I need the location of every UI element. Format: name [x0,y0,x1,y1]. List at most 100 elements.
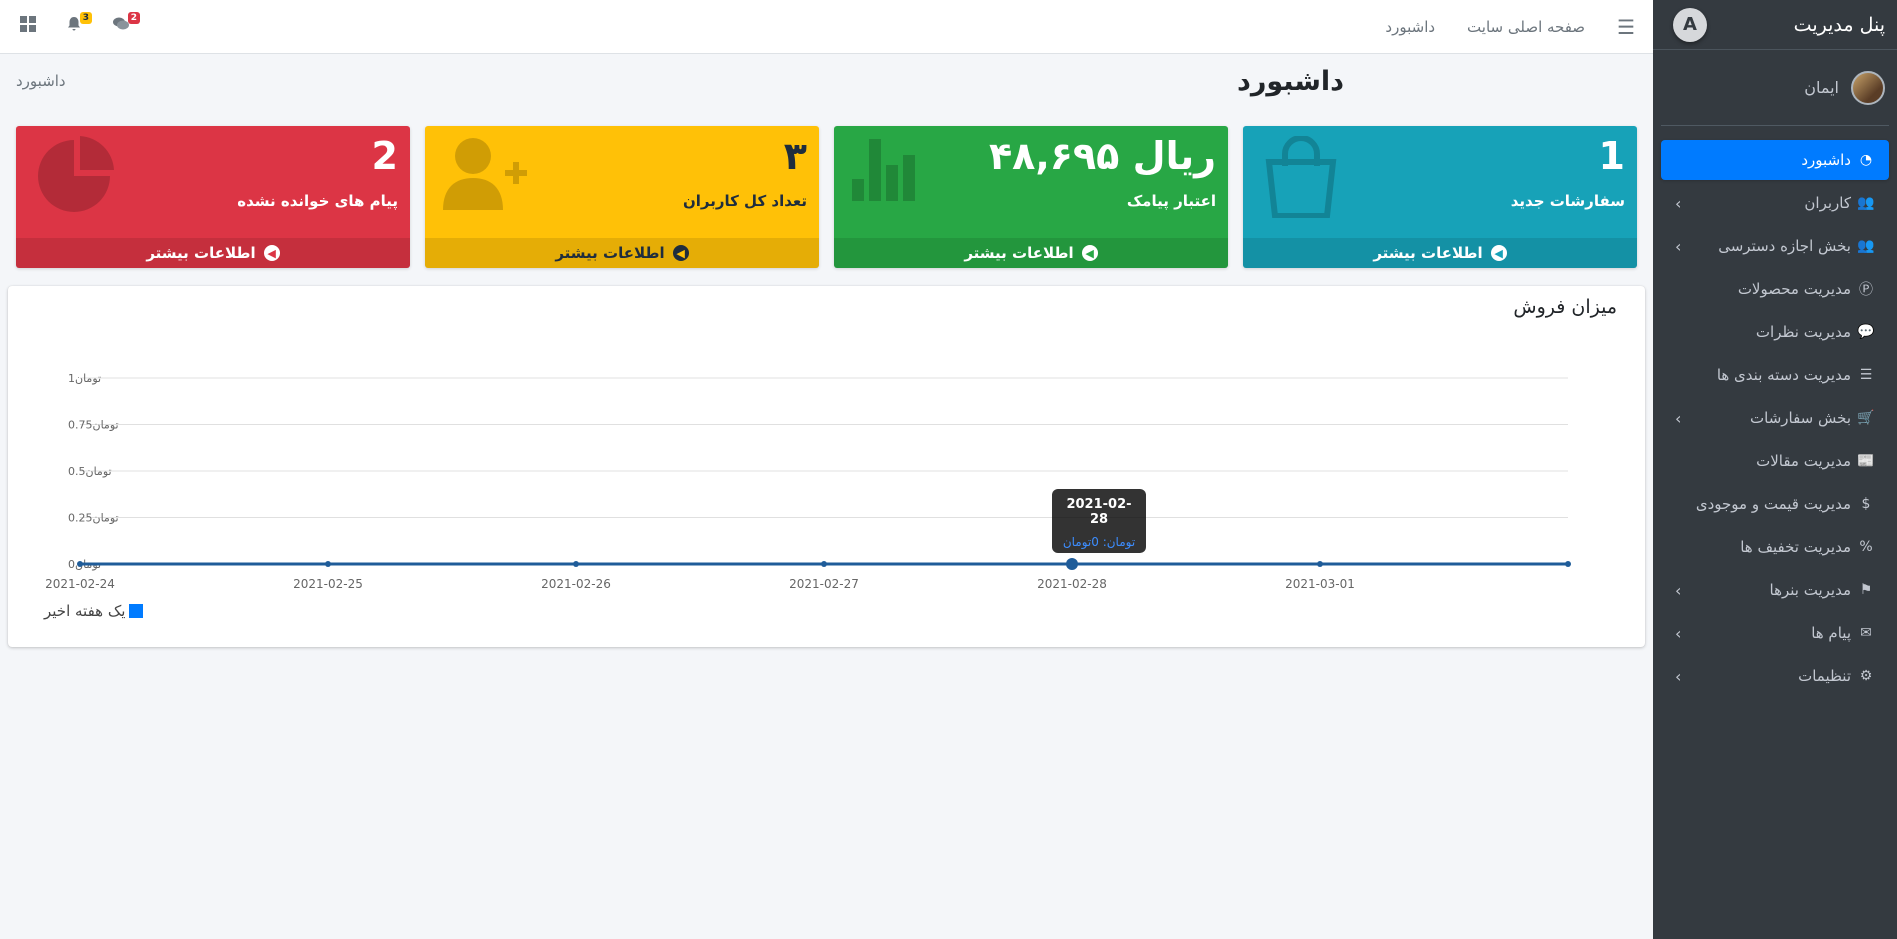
y-tick-label: 0.75تومان [68,419,119,432]
y-tick-label: 0.5تومان [68,465,112,478]
sidebar-item-label: پیام ها [1811,624,1851,642]
sidebar-item-8[interactable]: مدیریت قیمت و موجودی $ [1661,484,1889,524]
sidebar-item-7[interactable]: مدیریت مقالات 📰 [1661,441,1889,481]
sidebar-item-9[interactable]: مدیریت تخفیف ها% [1661,527,1889,567]
x-tick-label: 2021-03-01 [1285,577,1355,591]
sidebar-item-4[interactable]: مدیریت نظرات 💬 [1661,312,1889,352]
y-tick-label: 0.25تومان [68,512,119,525]
sidebar-item-5[interactable]: مدیریت دسته بندی ها ☰ [1661,355,1889,395]
messages-count-badge: 2 [127,12,140,24]
sidebar-item-1[interactable]: ‹ کاربران 👥 [1661,183,1889,223]
brand[interactable]: A پنل مدیریت [1653,0,1897,50]
breadcrumb[interactable]: داشبورد [16,72,66,90]
top-navbar-left: 3 2 [20,12,140,37]
chart-legend[interactable]: یک هفته اخیر [44,602,144,620]
users-icon: 👥 [1857,238,1875,254]
pie-chart-icon [34,136,114,229]
apps-grid-icon[interactable] [20,16,36,37]
top-navbar-right: داشبورد صفحه اصلی سایت ☰ [1385,15,1635,39]
sales-card: میزان فروش 0تومان 0.25تومان 0.5تومان 0.75تو… [8,286,1645,647]
dashboard-link[interactable]: داشبورد [1385,18,1435,36]
data-point[interactable] [1317,561,1323,567]
chart-tooltip: 2021-02-28 تومان: 0تومان [1052,489,1146,553]
stat-label: پیام های خوانده نشده [237,192,398,210]
sidebar-item-label: مدیریت دسته بندی ها [1716,366,1851,384]
data-point[interactable] [325,561,331,567]
stat-box-unread-messages: 2 پیام های خوانده نشده اطلاعات بیشتر ◀ [16,126,410,268]
brand-logo: A [1673,7,1707,42]
sidebar-item-label: مدیریت نظرات [1755,323,1851,341]
notifications-button[interactable]: 3 [66,12,92,37]
arrow-circle-left-icon: ◀ [1490,245,1507,261]
data-point[interactable] [77,561,83,567]
data-point[interactable] [1565,561,1571,567]
site-home-link[interactable]: صفحه اصلی سایت [1467,18,1585,36]
more-info-label: اطلاعات بیشتر [146,244,256,262]
cart-icon: 🛒 [1857,410,1875,426]
user-cog-icon: ⚙ [1859,668,1873,684]
chevron-left-icon: ‹ [1675,666,1682,686]
user-plus-icon [443,136,527,223]
sidebar-item-label: مدیریت تخفیف ها [1740,538,1851,556]
sidebar-item-content: بخش سفارشات 🛒 [1750,409,1875,427]
sidebar-item-3[interactable]: مدیریت محصولات Ⓟ [1661,269,1889,309]
y-tick-label: 1تومان [68,372,101,385]
stat-box-new-orders: 1 سفارشات جدید اطلاعات بیشتر ◀ [1243,126,1637,268]
avatar [1851,70,1885,105]
more-info-link[interactable]: اطلاعات بیشتر ◀ [16,238,410,268]
chevron-left-icon: ‹ [1675,408,1682,428]
user-name[interactable]: ایمان [1804,78,1839,97]
chevron-left-icon: ‹ [1675,193,1682,213]
more-info-label: اطلاعات بیشتر [1373,244,1483,262]
sidebar-item-content: مدیریت بنرها ⚑ [1770,581,1876,599]
messages-button[interactable]: 2 [112,12,140,37]
users-icon: 👥 [1857,195,1875,211]
sidebar-item-content: مدیریت محصولات Ⓟ [1738,279,1875,299]
dollar-icon: $ [1861,496,1871,512]
sidebar-item-label: بخش اجازه دسترسی [1718,237,1851,255]
data-point[interactable] [573,561,579,567]
tooltip-title: 2021-02-28 [1066,497,1132,527]
sidebar-item-content: مدیریت مقالات 📰 [1756,452,1875,470]
stat-label: اعتبار پیامک [1126,192,1216,210]
stat-box-sms-credit: ۴۸,۶۹۵ ریال اعتبار پیامک اطلاعات بیشتر ◀ [834,126,1228,268]
sidebar-item-label: تنظیمات [1798,667,1851,685]
sidebar-item-6[interactable]: ‹ بخش سفارشات 🛒 [1661,398,1889,438]
comments-icon: 💬 [1857,324,1875,340]
sales-chart[interactable]: 0تومان0.25تومان0.5تومان0.75تومان1تومان20… [8,286,1645,647]
stat-number: 1 [1598,134,1625,178]
user-panel[interactable]: ایمان [1661,50,1889,126]
tooltip-body: تومان: 0تومان [1062,535,1136,549]
sidebar-item-0[interactable]: داشبورد ◔ [1661,140,1889,180]
stat-label: تعداد کل کاربران [682,192,807,210]
sidebar-item-content: پیام ها ✉ [1811,624,1875,642]
sidebar-item-label: داشبورد [1801,151,1851,169]
more-info-label: اطلاعات بیشتر [555,244,665,262]
sidebar-item-content: مدیریت نظرات 💬 [1756,323,1875,341]
sidebar-nav: داشبورد ◔ ‹ کاربران 👥 ‹ بخش اجازه دسترسی 👥 مدیری… [1653,126,1897,713]
sidebar-item-11[interactable]: ‹ پیام ها ✉ [1661,613,1889,653]
sidebar-item-10[interactable]: ‹ مدیریت بنرها ⚑ [1661,570,1889,610]
more-info-link[interactable]: اطلاعات بیشتر ◀ [1243,238,1637,268]
top-navbar: 3 2 داشبورد صفحه اصلی سایت ☰ [0,0,1653,54]
arrow-circle-left-icon: ◀ [1081,245,1098,261]
sidebar-item-label: بخش سفارشات [1750,409,1851,427]
sidebar-item-2[interactable]: ‹ بخش اجازه دسترسی 👥 [1661,226,1889,266]
chevron-left-icon: ‹ [1675,236,1682,256]
chevron-left-icon: ‹ [1675,623,1682,643]
sidebar-item-content: مدیریت دسته بندی ها ☰ [1717,366,1875,384]
sidebar-item-content: مدیریت قیمت و موجودی $ [1696,495,1875,513]
list-icon: ☰ [1859,367,1873,383]
sidebar-item-12[interactable]: ‹ تنظیمات ⚙ [1661,656,1889,696]
data-point[interactable] [1066,558,1078,570]
menu-toggle-icon[interactable]: ☰ [1617,15,1635,39]
x-tick-label: 2021-02-25 [293,577,363,591]
more-info-link[interactable]: اطلاعات بیشتر ◀ [425,238,819,268]
more-info-link[interactable]: اطلاعات بیشتر ◀ [834,238,1228,268]
sidebar-item-label: مدیریت قیمت و موجودی [1695,495,1851,513]
sidebar-item-content: داشبورد ◔ [1801,151,1875,169]
envelope-icon: ✉ [1860,625,1872,641]
x-tick-label: 2021-02-26 [541,577,611,591]
notifications-count-badge: 3 [79,12,92,24]
data-point[interactable] [821,561,827,567]
